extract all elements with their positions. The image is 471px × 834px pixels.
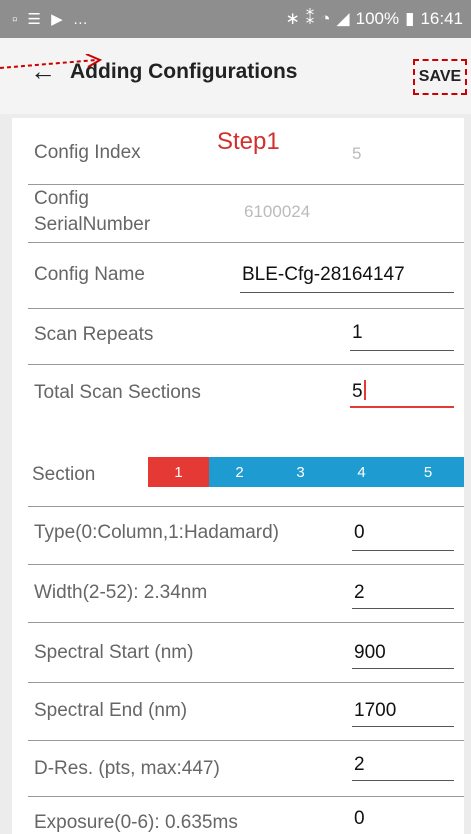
d-res-input[interactable]: 2 xyxy=(354,754,365,776)
divider xyxy=(28,796,464,797)
width-input[interactable]: 2 xyxy=(354,582,365,604)
type-label: Type(0:Column,1:Hadamard) xyxy=(34,522,279,543)
width-underline xyxy=(352,608,454,609)
spectral-end-underline xyxy=(352,726,454,727)
exposure-input[interactable]: 0 xyxy=(354,808,365,830)
section-label: Section xyxy=(32,464,96,485)
divider xyxy=(28,564,464,565)
scan-repeats-input[interactable]: 1 xyxy=(352,322,363,344)
spectral-end-label: Spectral End (nm) xyxy=(34,700,188,721)
wifi-icon: ◔ xyxy=(320,9,331,28)
spectral-start-underline xyxy=(352,668,454,669)
config-index-label: Config Index xyxy=(34,142,141,163)
section-tab-5[interactable]: 5 xyxy=(392,457,464,487)
bluetooth-icon: ∗ xyxy=(285,9,300,28)
exposure-label: Exposure(0-6): 0.635ms xyxy=(34,812,238,833)
image-icon: ▫ xyxy=(12,11,21,28)
section-tab-4[interactable]: 4 xyxy=(331,457,392,487)
config-index-row: Config Index xyxy=(34,142,464,172)
annotation-arrow-icon xyxy=(0,54,103,69)
clock: 16:41 xyxy=(420,9,463,28)
status-right-icons: ∗ ⁑ ◔ ◢ 100% ▮ 16:41 xyxy=(286,9,464,29)
divider xyxy=(28,506,464,507)
list-icon: ☰ xyxy=(27,11,44,28)
config-index-value: 5 xyxy=(352,144,362,163)
total-sections-label: Total Scan Sections xyxy=(34,382,201,403)
width-label: Width(2-52): 2.34nm xyxy=(34,582,208,603)
config-name-label: Config Name xyxy=(34,264,145,285)
divider xyxy=(28,622,464,623)
more-dots-icon: … xyxy=(72,11,91,28)
divider xyxy=(28,682,464,683)
config-name-underline xyxy=(240,292,454,293)
total-sections-value: 5 xyxy=(352,381,363,402)
scan-repeats-label: Scan Repeats xyxy=(34,324,154,345)
section-tab-2[interactable]: 2 xyxy=(209,457,270,487)
section-tab-1[interactable]: 1 xyxy=(148,457,209,487)
spectral-end-input[interactable]: 1700 xyxy=(354,700,396,722)
signal-icon: ◢ xyxy=(336,9,350,28)
divider xyxy=(28,308,464,309)
serial-number-label-line2: SerialNumber xyxy=(34,214,151,235)
app-bar: ← Adding Configurations SAVE xyxy=(0,38,471,114)
status-left-icons: ▫ ☰ ▶ … xyxy=(12,10,91,28)
battery-icon: ▮ xyxy=(405,9,415,28)
battery-percent: 100% xyxy=(355,9,400,28)
section-tab-3[interactable]: 3 xyxy=(270,457,331,487)
total-sections-underline xyxy=(350,406,454,408)
divider xyxy=(28,184,464,185)
divider xyxy=(28,364,464,365)
config-form: Step1 Config Index 5 Config SerialNumber… xyxy=(12,118,464,834)
serial-number-value: 6100024 xyxy=(244,202,311,221)
scan-repeats-underline xyxy=(350,350,454,351)
save-button[interactable]: SAVE xyxy=(413,59,467,95)
play-store-icon: ▶ xyxy=(51,11,66,28)
spectral-start-input[interactable]: 900 xyxy=(354,642,386,664)
spectral-start-label: Spectral Start (nm) xyxy=(34,642,194,663)
divider xyxy=(28,740,464,741)
config-name-input[interactable]: BLE-Cfg-28164147 xyxy=(242,264,405,286)
status-bar: ▫ ☰ ▶ … ∗ ⁑ ◔ ◢ 100% ▮ 16:41 xyxy=(0,0,471,38)
vibrate-icon: ⁑ xyxy=(305,9,315,28)
divider xyxy=(28,242,464,243)
d-res-label: D-Res. (pts, max:447) xyxy=(34,758,220,779)
type-input[interactable]: 0 xyxy=(354,522,365,544)
type-underline xyxy=(352,550,454,551)
serial-number-label-line1: Config xyxy=(34,188,89,209)
text-cursor xyxy=(363,380,366,400)
total-sections-input[interactable]: 5 xyxy=(352,380,366,403)
d-res-underline xyxy=(352,780,454,781)
